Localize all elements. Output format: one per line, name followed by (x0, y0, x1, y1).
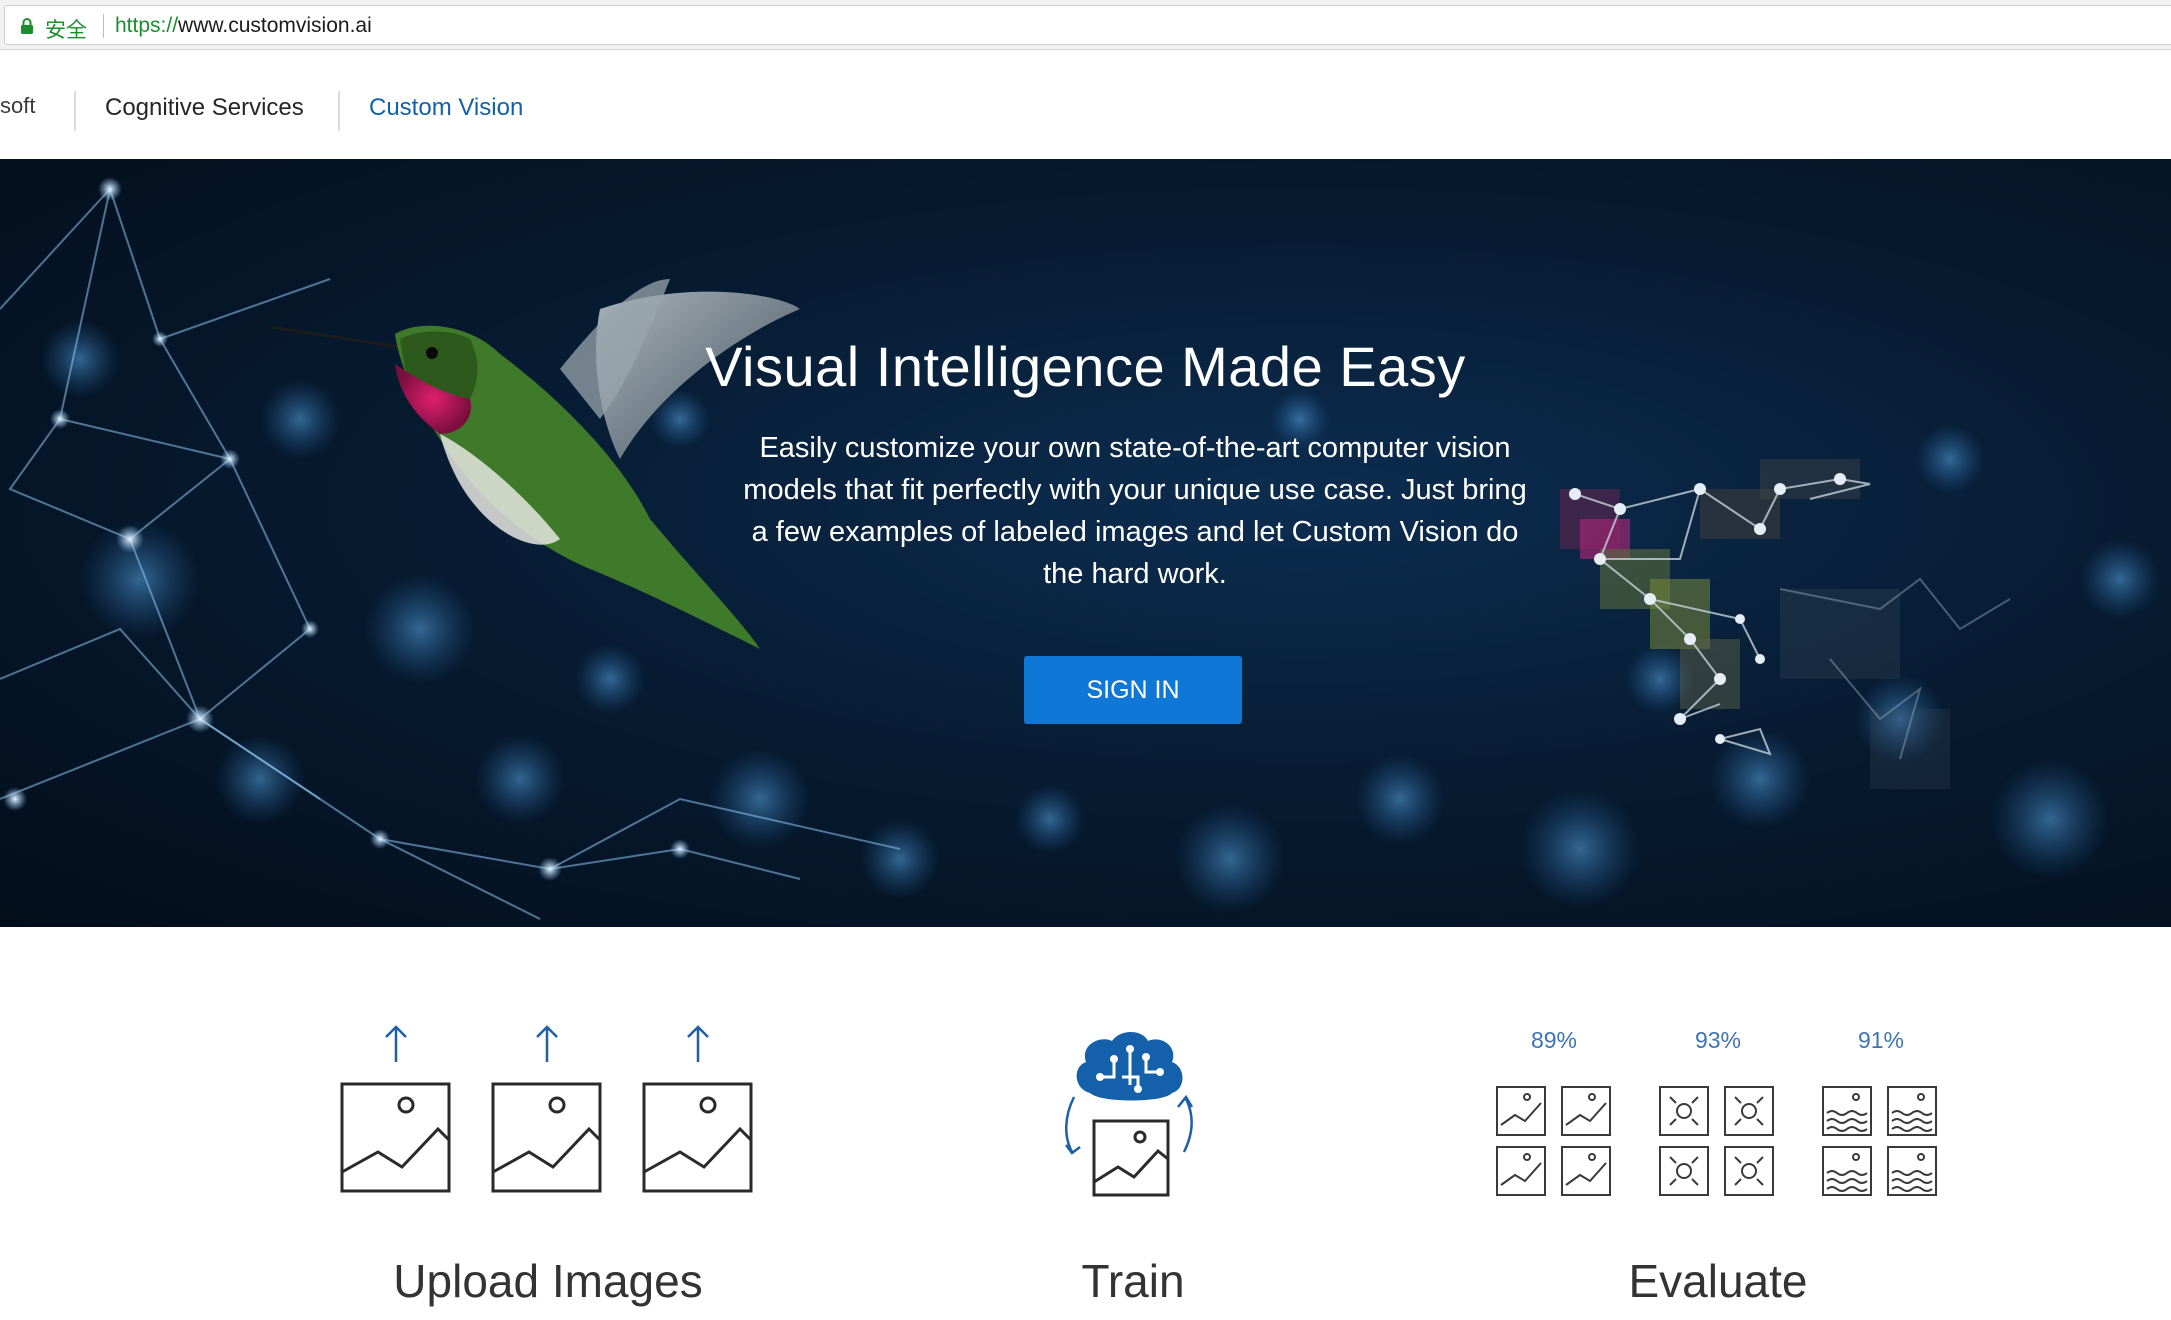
nav-link-custom-vision[interactable]: Custom Vision (369, 94, 523, 122)
url-text[interactable]: https://www.customvision.ai (115, 14, 372, 38)
header-divider (74, 91, 76, 131)
header-divider (338, 91, 340, 131)
omnibox-divider (103, 14, 104, 38)
url-scheme: https:// (115, 14, 179, 37)
nav-link-cognitive-services[interactable]: Cognitive Services (105, 94, 304, 122)
browser-address-bar: 安全 https://www.customvision.ai (0, 0, 2171, 50)
sign-in-button[interactable]: SIGN IN (1024, 656, 1242, 724)
evaluate-score: 89% (1530, 1027, 1578, 1053)
hero-description: Easily customize your own state-of-the-a… (743, 432, 1527, 590)
secure-label: 安全 (45, 19, 87, 42)
step-title-evaluate: Evaluate (1628, 1255, 1808, 1307)
step-title-upload: Upload Images (393, 1255, 703, 1307)
url-host: www.customvision.ai (178, 14, 372, 37)
evaluate-score: 93% (1694, 1027, 1742, 1053)
site-header: soft Cognitive Services Custom Vision (0, 51, 2171, 159)
steps-section: 89% 93% 91% Upload Images Train Evaluate (0, 927, 2171, 1320)
evaluate-grid-icon (1496, 1086, 1937, 1196)
brand-fragment[interactable]: soft (0, 93, 35, 119)
lock-icon (21, 18, 33, 34)
upload-images-icon (340, 1025, 753, 1193)
step-title-train: Train (1081, 1255, 1185, 1307)
url-bar[interactable]: 安全 https://www.customvision.ai (4, 5, 2171, 45)
brain-circuit-icon (1065, 1032, 1194, 1197)
hero-title: Visual Intelligence Made Easy (705, 335, 1466, 398)
hero-banner: Visual Intelligence Made Easy Easily cus… (0, 159, 2171, 927)
evaluate-score: 91% (1857, 1027, 1905, 1053)
